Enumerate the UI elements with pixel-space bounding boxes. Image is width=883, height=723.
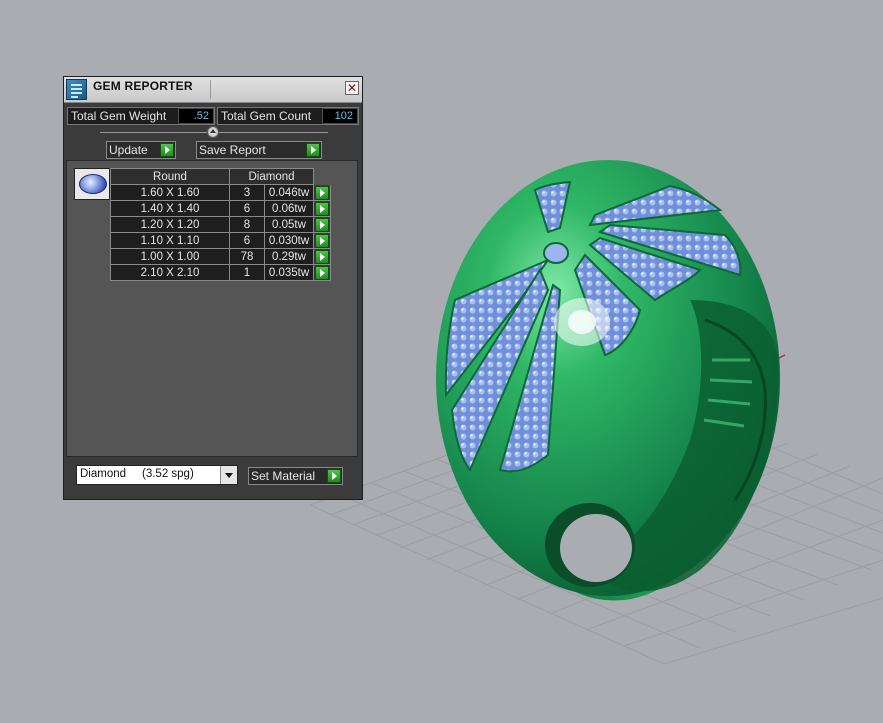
gem-size: 1.10 X 1.10 [110, 232, 230, 249]
play-arrow-icon [315, 201, 329, 216]
ring-model[interactable] [436, 160, 780, 601]
set-material-button-label: Set Material [251, 469, 316, 483]
table-row: 2.10 X 2.10 1 0.035tw [110, 264, 331, 281]
gem-size: 2.10 X 2.10 [110, 264, 230, 281]
gem-count: 6 [229, 200, 265, 217]
gem-size: 1.00 X 1.00 [110, 248, 230, 265]
total-gem-count-value: 102 [322, 108, 358, 124]
play-arrow-icon [327, 469, 341, 483]
window-title: GEM REPORTER [93, 79, 193, 93]
play-arrow-icon [315, 249, 329, 264]
save-report-button[interactable]: Save Report [196, 141, 322, 159]
gem-count: 6 [229, 232, 265, 249]
close-icon: ✕ [346, 81, 358, 95]
gem-list-area: Round Diamond 1.60 X 1.60 3 0.046tw 1.40… [66, 160, 358, 457]
gem-size: 1.40 X 1.40 [110, 200, 230, 217]
select-row-button[interactable] [313, 200, 331, 217]
play-arrow-icon [315, 265, 329, 280]
material-dropdown[interactable]: Diamond (3.52 spg) [76, 465, 238, 485]
panel-slider-handle[interactable] [207, 126, 219, 138]
gem-weight: 0.05tw [264, 216, 314, 233]
play-arrow-icon [315, 185, 329, 200]
gem-reporter-app-icon [66, 79, 87, 100]
title-separator [210, 80, 211, 99]
select-row-button[interactable] [313, 248, 331, 265]
gem-weight: 0.046tw [264, 184, 314, 201]
select-row-button[interactable] [313, 184, 331, 201]
title-bar[interactable]: GEM REPORTER ✕ [64, 77, 362, 103]
round-gem-icon[interactable] [74, 168, 110, 200]
total-gem-weight-value: .52 [178, 108, 214, 124]
select-row-button[interactable] [313, 264, 331, 281]
chevron-down-icon[interactable] [220, 466, 237, 484]
table-row: 1.40 X 1.40 6 0.06tw [110, 200, 331, 217]
gem-count: 78 [229, 248, 265, 265]
save-report-button-label: Save Report [199, 143, 266, 157]
play-arrow-icon [160, 143, 174, 157]
table-row: 1.60 X 1.60 3 0.046tw [110, 184, 331, 201]
select-row-button[interactable] [313, 232, 331, 249]
play-arrow-icon [315, 217, 329, 232]
update-button-label: Update [109, 143, 148, 157]
table-row: 1.20 X 1.20 8 0.05tw [110, 216, 331, 233]
set-material-button[interactable]: Set Material [248, 467, 343, 485]
gem-size: 1.20 X 1.20 [110, 216, 230, 233]
play-arrow-icon [306, 143, 320, 157]
gem-weight: 0.29tw [264, 248, 314, 265]
play-arrow-icon [315, 233, 329, 248]
gem-table: Round Diamond 1.60 X 1.60 3 0.046tw 1.40… [110, 168, 331, 281]
table-header-material: Diamond [229, 168, 314, 185]
gem-count: 1 [229, 264, 265, 281]
gem-reporter-panel: GEM REPORTER ✕ Total Gem Weight .52 Tota… [63, 76, 363, 500]
gem-size: 1.60 X 1.60 [110, 184, 230, 201]
select-row-button[interactable] [313, 216, 331, 233]
update-button[interactable]: Update [106, 141, 176, 159]
material-selected-value: Diamond (3.52 spg) [80, 468, 194, 480]
gem-count: 8 [229, 216, 265, 233]
gem-weight: 0.06tw [264, 200, 314, 217]
gem-count: 3 [229, 184, 265, 201]
center-stone [543, 242, 569, 264]
table-row: 1.10 X 1.10 6 0.030tw [110, 232, 331, 249]
gem-weight: 0.035tw [264, 264, 314, 281]
table-row: 1.00 X 1.00 78 0.29tw [110, 248, 331, 265]
table-header-shape: Round [110, 168, 230, 185]
close-button[interactable]: ✕ [345, 81, 359, 95]
gem-weight: 0.030tw [264, 232, 314, 249]
